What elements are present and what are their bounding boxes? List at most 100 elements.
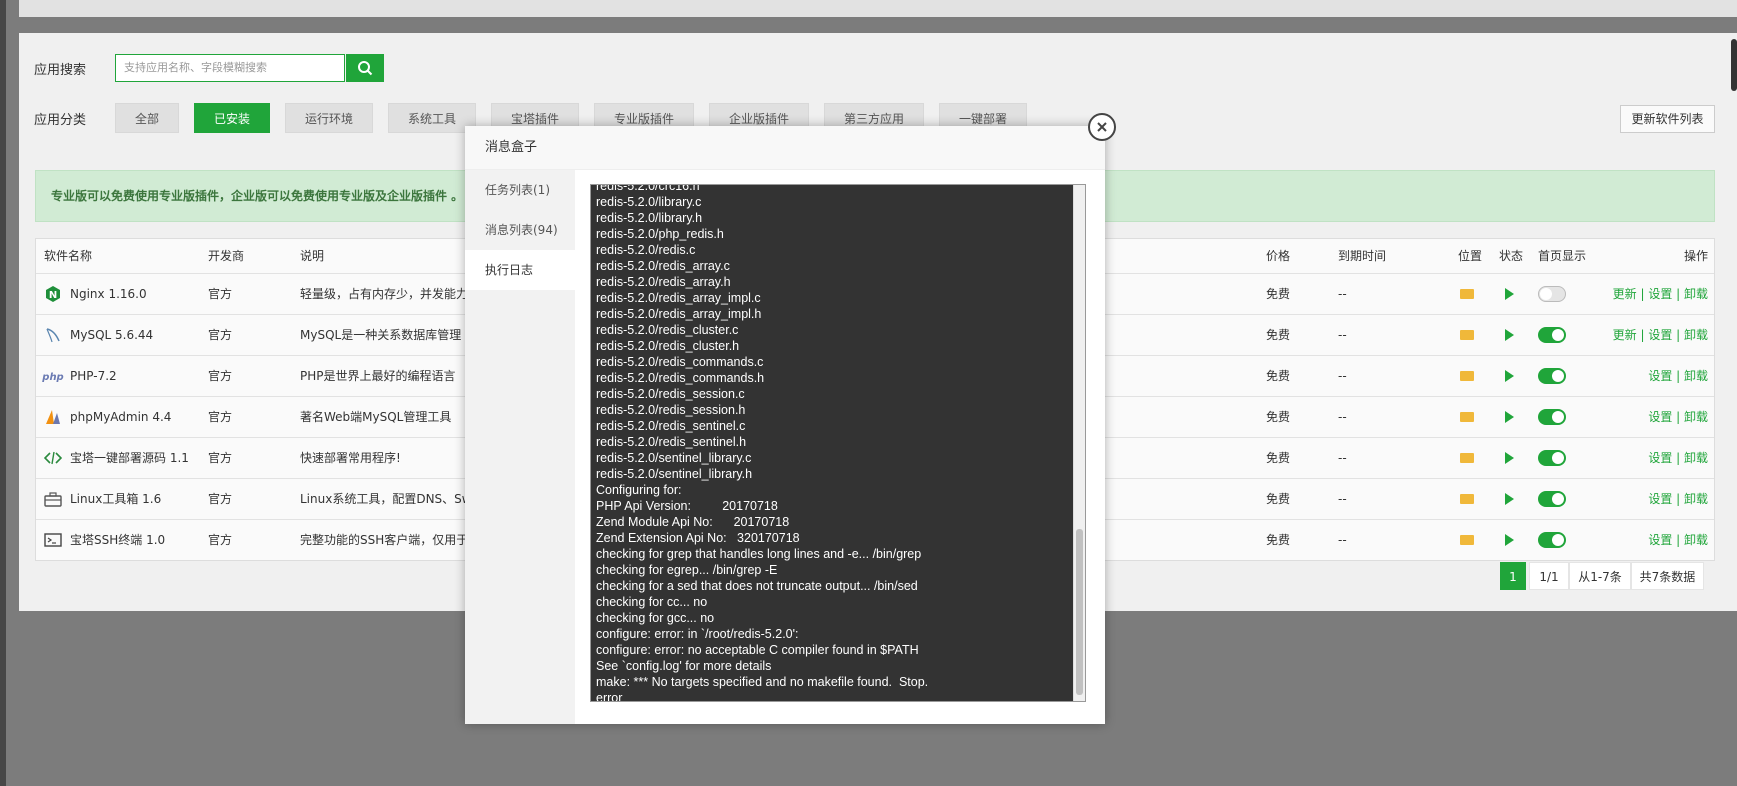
tab-task-list[interactable]: 任务列表(1) <box>465 170 575 210</box>
category-label: 应用分类 <box>34 113 87 128</box>
header-home: 首页显示 <box>1538 249 1587 263</box>
play-icon[interactable] <box>1505 288 1514 300</box>
software-name[interactable]: 宝塔一键部署源码 1.1 <box>70 438 189 478</box>
developer: 官方 <box>208 451 233 465</box>
row-actions[interactable]: 更新 | 设置 | 卸载 <box>1613 315 1708 355</box>
exec-log-textarea[interactable]: redis-5.2.0/crc16.h redis-5.2.0/library.… <box>590 184 1086 702</box>
folder-icon[interactable] <box>1460 371 1474 381</box>
developer: 官方 <box>208 287 233 301</box>
description: 轻量级，占有内存少，并发能力 <box>300 287 469 301</box>
page-range: 从1-7条 <box>1569 562 1631 590</box>
description: 著名Web端MySQL管理工具 <box>300 410 452 424</box>
price: 免费 <box>1266 492 1291 506</box>
page-count: 1/1 <box>1529 562 1569 590</box>
expire: -- <box>1338 451 1347 465</box>
php-icon: php <box>42 372 64 383</box>
row-actions[interactable]: 设置 | 卸载 <box>1648 397 1708 437</box>
description: 完整功能的SSH客户端，仅用于 <box>300 533 469 547</box>
developer: 官方 <box>208 410 233 424</box>
tab-exec-log[interactable]: 执行日志 <box>465 250 575 290</box>
tab-message-list[interactable]: 消息列表(94) <box>465 210 575 250</box>
home-display-toggle[interactable] <box>1538 491 1566 507</box>
folder-icon[interactable] <box>1460 494 1474 504</box>
play-icon[interactable] <box>1505 534 1514 546</box>
expire: -- <box>1338 410 1347 424</box>
header-dev: 开发商 <box>208 249 245 263</box>
row-actions[interactable]: 设置 | 卸载 <box>1648 479 1708 519</box>
price: 免费 <box>1266 287 1291 301</box>
log-scrollbar[interactable] <box>1073 185 1085 701</box>
code-icon <box>44 451 62 465</box>
category-runtime[interactable]: 运行环境 <box>285 103 373 133</box>
expire: -- <box>1338 492 1347 506</box>
folder-icon[interactable] <box>1460 453 1474 463</box>
log-scroll-thumb[interactable] <box>1076 529 1083 695</box>
svg-text:N: N <box>49 290 57 301</box>
header-name: 软件名称 <box>44 249 93 263</box>
play-icon[interactable] <box>1505 329 1514 341</box>
play-icon[interactable] <box>1505 452 1514 464</box>
software-name[interactable]: phpMyAdmin 4.4 <box>70 397 171 437</box>
price: 免费 <box>1266 410 1291 424</box>
play-icon[interactable] <box>1505 411 1514 423</box>
software-name[interactable]: MySQL 5.6.44 <box>70 315 153 355</box>
svg-text:php: php <box>42 372 64 383</box>
search-input[interactable]: 支持应用名称、字段模糊搜索 <box>115 54 345 82</box>
category-system-tools[interactable]: 系统工具 <box>388 103 476 133</box>
header-price: 价格 <box>1266 249 1291 263</box>
description: PHP是世界上最好的编程语言 <box>300 369 456 383</box>
description: MySQL是一种关系数据库管理 <box>300 328 462 342</box>
nginx-icon: N <box>46 286 60 302</box>
home-display-toggle[interactable] <box>1538 532 1566 548</box>
play-icon[interactable] <box>1505 493 1514 505</box>
page-current[interactable]: 1 <box>1500 562 1526 590</box>
software-name[interactable]: 宝塔SSH终端 1.0 <box>70 520 165 560</box>
price: 免费 <box>1266 533 1291 547</box>
description: 快速部署常用程序! <box>300 451 401 465</box>
search-button[interactable] <box>346 54 384 82</box>
developer: 官方 <box>208 533 233 547</box>
play-icon[interactable] <box>1505 370 1514 382</box>
software-name[interactable]: PHP-7.2 <box>70 356 117 396</box>
page-scrollbar[interactable] <box>1731 39 1737 91</box>
folder-icon[interactable] <box>1460 412 1474 422</box>
row-actions[interactable]: 更新 | 设置 | 卸载 <box>1613 274 1708 314</box>
update-software-list-button[interactable]: 更新软件列表 <box>1620 105 1715 133</box>
header-status: 状态 <box>1499 249 1524 263</box>
row-actions[interactable]: 设置 | 卸载 <box>1648 520 1708 560</box>
price: 免费 <box>1266 328 1291 342</box>
left-edge-bar <box>0 0 6 786</box>
mysql-icon <box>46 328 60 343</box>
software-name[interactable]: Nginx 1.16.0 <box>70 274 147 314</box>
home-display-toggle[interactable] <box>1538 368 1566 384</box>
home-display-toggle[interactable] <box>1538 450 1566 466</box>
top-panel <box>19 0 1737 17</box>
software-name[interactable]: Linux工具箱 1.6 <box>70 479 161 519</box>
row-actions[interactable]: 设置 | 卸载 <box>1648 438 1708 478</box>
category-all[interactable]: 全部 <box>115 103 179 133</box>
home-display-toggle[interactable] <box>1538 286 1566 302</box>
header-location: 位置 <box>1458 249 1483 263</box>
expire: -- <box>1338 328 1347 342</box>
developer: 官方 <box>208 328 233 342</box>
dialog-sidebar: 任务列表(1) 消息列表(94) 执行日志 <box>465 170 575 724</box>
expire: -- <box>1338 287 1347 301</box>
home-display-toggle[interactable] <box>1538 327 1566 343</box>
close-button[interactable] <box>1088 113 1116 141</box>
expire: -- <box>1338 533 1347 547</box>
price: 免费 <box>1266 451 1291 465</box>
folder-icon[interactable] <box>1460 330 1474 340</box>
dialog-title: 消息盒子 <box>465 126 1105 170</box>
developer: 官方 <box>208 369 233 383</box>
folder-icon[interactable] <box>1460 289 1474 299</box>
phpmyadmin-icon <box>46 410 60 424</box>
developer: 官方 <box>208 492 233 506</box>
description: Linux系统工具，配置DNS、Sw <box>300 492 472 506</box>
home-display-toggle[interactable] <box>1538 409 1566 425</box>
header-ops: 操作 <box>1683 249 1708 263</box>
terminal-icon <box>44 533 62 547</box>
search-icon <box>358 61 373 76</box>
row-actions[interactable]: 设置 | 卸载 <box>1648 356 1708 396</box>
folder-icon[interactable] <box>1460 535 1474 545</box>
category-installed[interactable]: 已安装 <box>194 103 270 133</box>
